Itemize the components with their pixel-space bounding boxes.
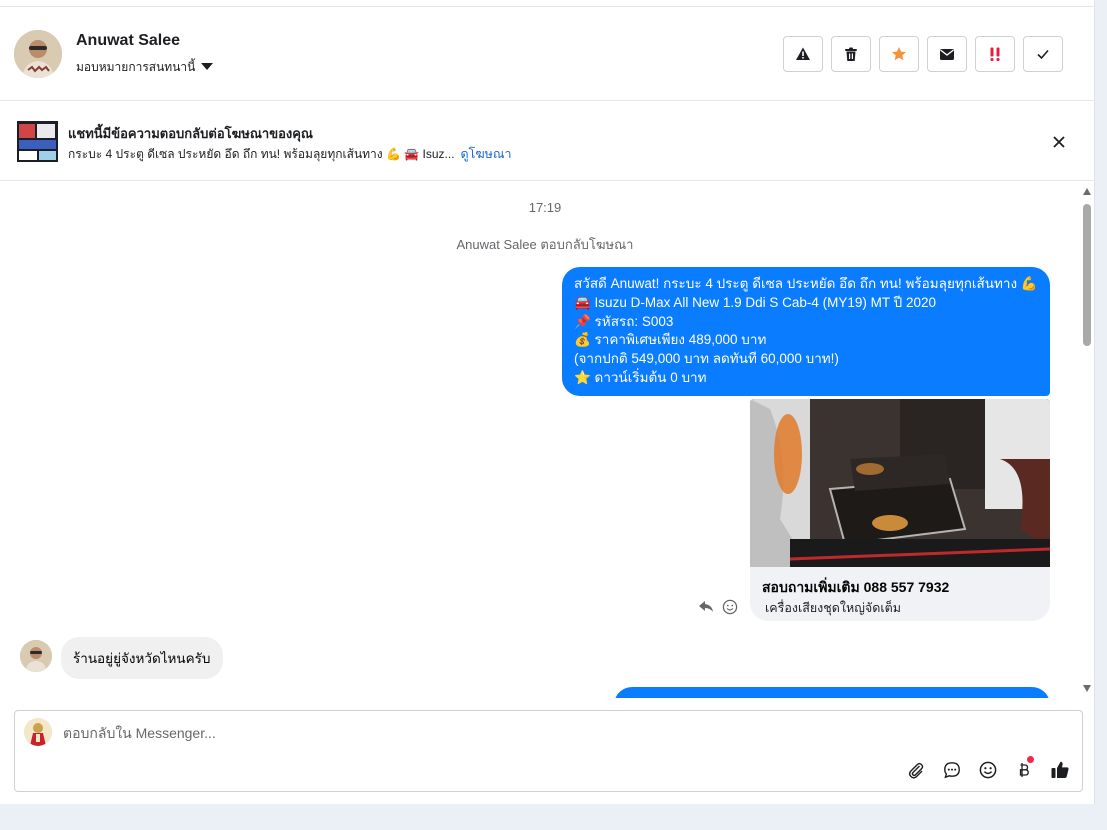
card-image[interactable] bbox=[750, 399, 1050, 567]
assign-label: มอบหมายการสนทนานี้ bbox=[76, 60, 196, 74]
conversation-header: Anuwat Salee มอบหมายการสนทนานี้ bbox=[0, 7, 1095, 101]
reply-composer bbox=[14, 710, 1083, 792]
spam-button[interactable] bbox=[783, 36, 823, 72]
message-line: ⭐ ดาวน์เริ่มต้น 0 บาท bbox=[574, 369, 707, 385]
scroll-down-icon[interactable] bbox=[1083, 685, 1091, 692]
like-button[interactable] bbox=[1049, 759, 1071, 781]
reply-input[interactable] bbox=[63, 725, 763, 741]
message-line: 📌 รหัสรถ: S003 bbox=[574, 313, 674, 329]
chat-bubble-icon bbox=[944, 762, 960, 779]
payment-button[interactable] bbox=[1013, 756, 1035, 781]
message-line: 💰 ราคาพิเศษเพียง 489,000 บาท bbox=[574, 332, 767, 348]
contact-avatar-small[interactable] bbox=[20, 640, 52, 672]
mark-important-button[interactable] bbox=[975, 36, 1015, 72]
thread-scrollbar[interactable] bbox=[1080, 186, 1094, 694]
header-actions bbox=[783, 36, 1063, 72]
outgoing-message-partial[interactable] bbox=[614, 687, 1050, 698]
mark-unread-button[interactable] bbox=[927, 36, 967, 72]
incoming-message[interactable]: ร้านอยู่ยู่จังหวัดไหนครับ bbox=[61, 637, 223, 679]
message-line: (จากปกติ 549,000 บาท ลดทันที 60,000 บาท!… bbox=[574, 351, 839, 367]
reply-icon[interactable] bbox=[698, 599, 714, 613]
composer-tools bbox=[905, 756, 1071, 781]
scrollbar-thumb[interactable] bbox=[1083, 204, 1091, 346]
message-actions bbox=[698, 599, 738, 615]
card-subtitle: เครื่องเสียงชุดใหญ่จัดเต็ม bbox=[765, 601, 901, 615]
check-icon bbox=[1037, 49, 1049, 60]
message-thread[interactable]: 17:19 Anuwat Salee ตอบกลับโฆษณา สวัสดี A… bbox=[0, 181, 1080, 698]
envelope-icon bbox=[940, 48, 954, 60]
card-title: สอบถามเพิ่มเติม 088 557 7932 bbox=[762, 579, 950, 595]
paperclip-icon bbox=[908, 762, 924, 779]
ad-banner-subtitle: กระบะ 4 ประตู ดีเซล ประหยัด อึด ถึก ทน! … bbox=[68, 144, 512, 164]
baht-icon bbox=[1019, 763, 1029, 777]
ad-banner-title: แชทนี้มีข้อความตอบกลับต่อโฆษณาของคุณ bbox=[68, 126, 313, 141]
contact-avatar[interactable] bbox=[14, 30, 62, 78]
conversation-panel: Anuwat Salee มอบหมายการสนทนานี้ แชทนี้มี… bbox=[0, 0, 1095, 804]
trash-icon bbox=[845, 47, 857, 61]
react-smiley-icon[interactable] bbox=[722, 599, 738, 615]
message-line: สวัสดี Anuwat! กระบะ 4 ประตู ดีเซล ประหย… bbox=[574, 276, 1038, 291]
thumbs-up-icon bbox=[1051, 761, 1069, 778]
star-button[interactable] bbox=[879, 36, 919, 72]
caret-down-icon bbox=[201, 63, 214, 70]
message-line: 🚘 Isuzu D-Max All New 1.9 Ddi S Cab-4 (M… bbox=[574, 294, 937, 310]
outgoing-message[interactable]: สวัสดี Anuwat! กระบะ 4 ประตู ดีเซล ประหย… bbox=[562, 267, 1050, 396]
emoji-button[interactable] bbox=[977, 759, 999, 781]
page-avatar bbox=[24, 718, 52, 746]
ad-thumbnail bbox=[17, 121, 58, 162]
outgoing-image-card[interactable]: สอบถามเพิ่มเติม 088 557 7932 เครื่องเสีย… bbox=[750, 399, 1050, 621]
message-timestamp: 17:19 bbox=[528, 200, 562, 215]
delete-button[interactable] bbox=[831, 36, 871, 72]
attach-button[interactable] bbox=[905, 759, 927, 781]
system-note: Anuwat Salee ตอบกลับโฆษณา bbox=[456, 237, 634, 252]
warning-icon bbox=[796, 47, 810, 60]
scroll-up-icon[interactable] bbox=[1083, 188, 1091, 195]
ad-reply-banner: แชทนี้มีข้อความตอบกลับต่อโฆษณาของคุณ กระ… bbox=[0, 101, 1095, 181]
smiley-icon bbox=[979, 761, 997, 779]
notification-dot bbox=[1027, 756, 1034, 763]
star-icon bbox=[892, 47, 906, 61]
mark-done-button[interactable] bbox=[1023, 36, 1063, 72]
contact-name: Anuwat Salee bbox=[76, 32, 181, 49]
important-icon bbox=[990, 47, 1000, 61]
assign-conversation-dropdown[interactable]: มอบหมายการสนทนานี้ bbox=[76, 58, 214, 77]
close-icon[interactable] bbox=[1050, 133, 1068, 151]
saved-reply-button[interactable] bbox=[941, 759, 963, 781]
ad-subtitle-text: กระบะ 4 ประตู ดีเซล ประหยัด อึด ถึก ทน! … bbox=[68, 146, 455, 161]
view-ad-link[interactable]: ดูโฆษณา bbox=[461, 144, 512, 164]
